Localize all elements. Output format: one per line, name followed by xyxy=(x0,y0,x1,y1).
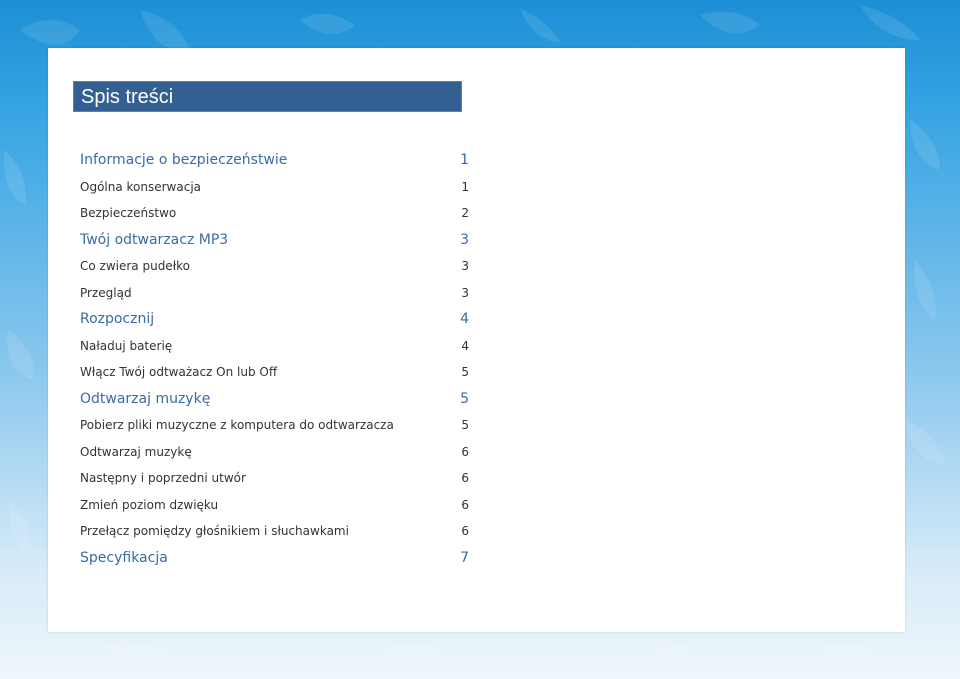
toc-entry-page: 5 xyxy=(461,418,469,432)
toc-entry-label: Bezpieczeństwo xyxy=(80,206,177,220)
toc-entry[interactable]: Następny i poprzedni utwór 6 xyxy=(80,468,469,495)
toc-entry-page: 3 xyxy=(460,231,469,248)
toc-entry-label: Naładuj baterię xyxy=(80,338,173,353)
toc-entry-page: 1 xyxy=(461,179,469,194)
toc-entry-label: Pobierz pliki muzyczne z komputera do od… xyxy=(80,418,394,432)
toc-title: Spis treści xyxy=(81,86,174,108)
toc-entry-label: Specyfikacja xyxy=(80,549,168,566)
toc-entry-label: Ogólna konserwacja xyxy=(80,179,202,194)
toc-entry-label: Odtwarzaj muzykę xyxy=(80,444,192,459)
toc-entry-label: Włącz Twój odtważacz On lub Off xyxy=(80,365,278,379)
toc-entry-page: 2 xyxy=(461,206,469,220)
toc-entry[interactable]: Zmień poziom dzwięku 6 xyxy=(80,495,469,522)
toc-entry-page: 1 xyxy=(460,152,469,168)
toc-entry[interactable]: Specyfikacja 7 xyxy=(80,548,469,575)
toc-entry[interactable]: Bezpieczeństwo 2 xyxy=(80,203,469,230)
toc-entry[interactable]: Odtwarzaj muzykę 5 xyxy=(80,389,469,416)
toc-entry-page: 5 xyxy=(461,365,469,379)
toc-entry[interactable]: Twój odtwarzacz MP3 3 xyxy=(80,230,469,257)
toc-entry-label: Odtwarzaj muzykę xyxy=(80,390,211,407)
toc-entry-page: 6 xyxy=(461,524,469,538)
toc-entry-page: 4 xyxy=(460,311,469,327)
toc-entry[interactable]: Przełącz pomiędzy głośnikiem i słuchawka… xyxy=(80,521,469,548)
toc-entry-page: 6 xyxy=(461,444,469,459)
toc-entry[interactable]: Odtwarzaj muzykę 6 xyxy=(80,442,469,469)
toc-entry-label: Zmień poziom dzwięku xyxy=(80,497,219,512)
toc-header-bar: Spis treści xyxy=(73,81,462,112)
toc-entry-page: 5 xyxy=(460,390,469,407)
toc-entry[interactable]: Przegląd 3 xyxy=(80,283,469,310)
toc-entry-page: 6 xyxy=(461,497,469,512)
toc-entry-page: 6 xyxy=(461,471,469,485)
toc-entry[interactable]: Ogólna konserwacja 1 xyxy=(80,177,469,204)
toc-entry[interactable]: Pobierz pliki muzyczne z komputera do od… xyxy=(80,415,469,442)
toc-entry-label: Rozpocznij xyxy=(80,311,155,327)
toc-entry-label: Co zwiera pudełko xyxy=(80,259,190,273)
document-page: Spis treści Informacje o bezpieczeństwie… xyxy=(48,48,905,632)
toc-entry[interactable]: Rozpocznij 4 xyxy=(80,309,469,336)
toc-entry-page: 4 xyxy=(461,338,469,353)
toc-entry-label: Twój odtwarzacz MP3 xyxy=(80,231,229,248)
toc-entry-page: 7 xyxy=(460,549,469,566)
toc-entry-label: Następny i poprzedni utwór xyxy=(80,471,246,485)
toc-entry-label: Informacje o bezpieczeństwie xyxy=(80,152,288,168)
toc-entry-label: Przełącz pomiędzy głośnikiem i słuchawka… xyxy=(80,524,349,538)
toc-entry[interactable]: Włącz Twój odtważacz On lub Off 5 xyxy=(80,362,469,389)
toc-entry-page: 3 xyxy=(461,285,469,300)
toc-entry[interactable]: Naładuj baterię 4 xyxy=(80,336,469,363)
toc-entry[interactable]: Informacje o bezpieczeństwie 1 xyxy=(80,150,469,177)
toc-entry[interactable]: Co zwiera pudełko 3 xyxy=(80,256,469,283)
toc-entry-label: Przegląd xyxy=(80,285,132,300)
toc-list: Informacje o bezpieczeństwie 1 Ogólna ko… xyxy=(80,150,469,574)
toc-entry-page: 3 xyxy=(461,259,469,273)
